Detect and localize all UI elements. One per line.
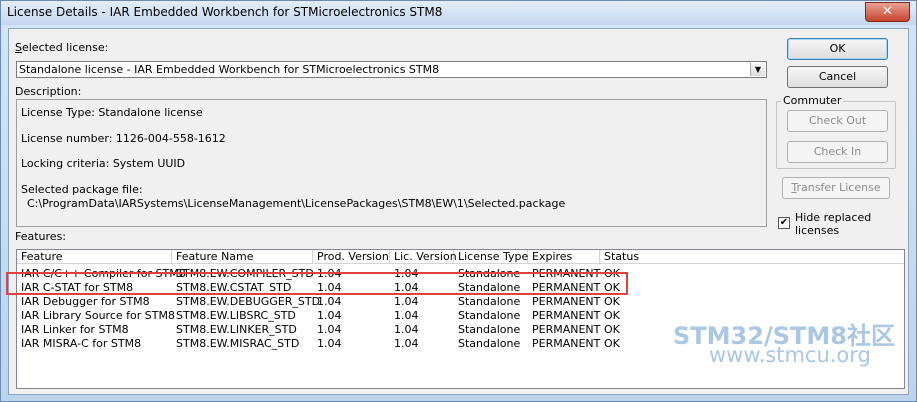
selected-license-label: Selected license: bbox=[15, 41, 109, 54]
column-header-feature-name[interactable]: Feature Name bbox=[172, 250, 313, 264]
transfer-license-button[interactable]: Transfer License bbox=[782, 177, 890, 199]
cell-feature: IAR MISRA-C for STM8 bbox=[21, 337, 142, 350]
cell-status: OK bbox=[604, 309, 620, 322]
cell-feature-name: STM8.EW.LIBSRC_STD bbox=[176, 309, 296, 322]
features-label: Features: bbox=[15, 230, 67, 243]
cell-lic-version: 1.04 bbox=[394, 295, 419, 308]
hide-replaced-label-line2: licenses bbox=[795, 224, 840, 237]
cell-feature-name: STM8.EW.DEBUGGER_STD bbox=[176, 295, 321, 308]
ok-button[interactable]: OK bbox=[787, 38, 888, 60]
cell-feature-name: STM8.EW.LINKER_STD bbox=[176, 323, 297, 336]
highlight-annotation-box bbox=[6, 272, 628, 295]
cell-feature: IAR Library Source for STM8 bbox=[21, 309, 175, 322]
cell-prod-version: 1.04 bbox=[317, 309, 342, 322]
window-title: License Details - IAR Embedded Workbench… bbox=[7, 5, 443, 19]
cell-prod-version: 1.04 bbox=[317, 323, 342, 336]
features-list-header: Feature Feature Name Prod. Version Lic. … bbox=[17, 250, 904, 265]
cell-expires: PERMANENT bbox=[532, 337, 601, 350]
close-button[interactable]: ✕ bbox=[865, 2, 910, 22]
cell-expires: PERMANENT bbox=[532, 309, 601, 322]
hide-replaced-label-line1: Hide replaced bbox=[795, 211, 872, 224]
check-out-button[interactable]: Check Out bbox=[787, 110, 888, 132]
column-header-feature[interactable]: Feature bbox=[17, 250, 172, 264]
cell-prod-version: 1.04 bbox=[317, 337, 342, 350]
column-header-lic-version[interactable]: Lic. Version bbox=[390, 250, 457, 264]
close-icon: ✕ bbox=[882, 4, 893, 19]
check-in-button[interactable]: Check In bbox=[787, 141, 888, 163]
selected-license-value: Standalone license - IAR Embedded Workbe… bbox=[19, 63, 440, 76]
hide-replaced-checkbox[interactable]: ✔ bbox=[778, 217, 790, 229]
cell-status: OK bbox=[604, 295, 620, 308]
cell-license-type: Standalone bbox=[458, 337, 521, 350]
column-header-status[interactable]: Status bbox=[600, 250, 904, 264]
cell-license-type: Standalone bbox=[458, 295, 521, 308]
cell-lic-version: 1.04 bbox=[394, 323, 419, 336]
column-header-expires[interactable]: Expires bbox=[528, 250, 600, 264]
commuter-group-title: Commuter bbox=[781, 94, 844, 107]
cell-prod-version: 1.04 bbox=[317, 295, 342, 308]
watermark-url-text: www.stmcu.org bbox=[709, 343, 871, 367]
cell-expires: PERMANENT bbox=[532, 323, 601, 336]
title-bar[interactable]: License Details - IAR Embedded Workbench… bbox=[1, 1, 916, 25]
cell-license-type: Standalone bbox=[458, 309, 521, 322]
cell-status: OK bbox=[604, 323, 620, 336]
cell-lic-version: 1.04 bbox=[394, 309, 419, 322]
license-number-text: License number: 1126-004-558-1612 bbox=[21, 132, 226, 145]
cell-license-type: Standalone bbox=[458, 323, 521, 336]
cell-status: OK bbox=[604, 337, 620, 350]
chevron-down-icon[interactable]: ▼ bbox=[750, 63, 765, 76]
cell-lic-version: 1.04 bbox=[394, 337, 419, 350]
package-file-path: C:\ProgramData\IARSystems\LicenseManagem… bbox=[27, 197, 566, 210]
package-file-label: Selected package file: bbox=[21, 183, 143, 196]
column-header-license-type[interactable]: License Type bbox=[454, 250, 528, 264]
cell-expires: PERMANENT bbox=[532, 295, 601, 308]
description-box: License Type: Standalone license License… bbox=[16, 99, 767, 227]
selected-license-dropdown[interactable]: Standalone license - IAR Embedded Workbe… bbox=[16, 61, 767, 78]
cancel-button[interactable]: Cancel bbox=[787, 66, 888, 88]
license-details-window: License Details - IAR Embedded Workbench… bbox=[0, 0, 917, 402]
cell-feature-name: STM8.EW.MISRAC_STD bbox=[176, 337, 300, 350]
locking-criteria-text: Locking criteria: System UUID bbox=[21, 157, 186, 170]
cell-feature: IAR Linker for STM8 bbox=[21, 323, 129, 336]
column-header-prod-version[interactable]: Prod. Version bbox=[313, 250, 390, 264]
description-label: Description: bbox=[15, 85, 82, 98]
cell-feature: IAR Debugger for STM8 bbox=[21, 295, 150, 308]
license-type-text: License Type: Standalone license bbox=[21, 106, 203, 119]
table-row[interactable]: IAR Debugger for STM8 STM8.EW.DEBUGGER_S… bbox=[17, 295, 904, 309]
checkmark-icon: ✔ bbox=[779, 217, 789, 228]
